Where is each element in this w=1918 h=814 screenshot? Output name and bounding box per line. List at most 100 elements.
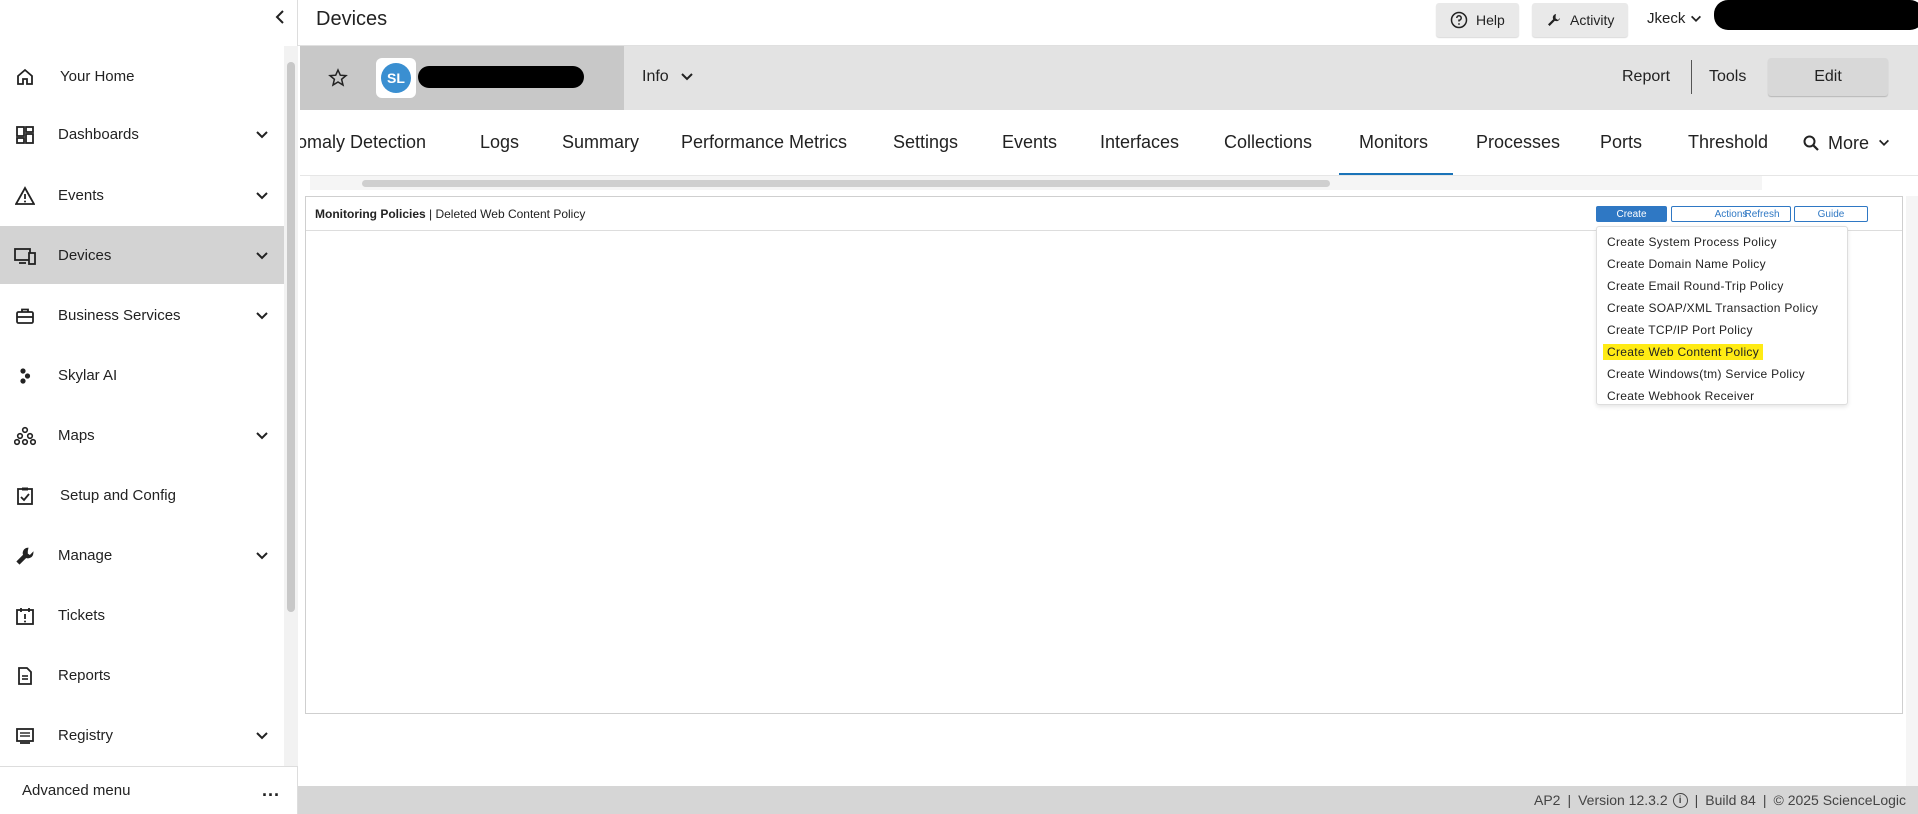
version-label: Version 12.3.2 bbox=[1578, 792, 1668, 808]
document-icon bbox=[14, 665, 36, 687]
tab-collections[interactable]: Collections bbox=[1224, 132, 1312, 153]
device-logo: SL bbox=[376, 58, 416, 98]
sidebar: Your Home Dashboards Events Devices Busi… bbox=[0, 0, 298, 814]
more-label: More bbox=[1828, 132, 1870, 153]
sidebar-item-manage[interactable]: Manage bbox=[0, 526, 284, 584]
monitoring-policies-panel: Monitoring Policies | Deleted Web Conten… bbox=[305, 196, 1903, 714]
sidebar-item-skylar-ai[interactable]: Skylar AI bbox=[0, 346, 284, 404]
panel-subtitle: Deleted Web Content Policy bbox=[435, 206, 586, 221]
star-icon[interactable] bbox=[328, 68, 348, 88]
menu-item-webhook-receiver[interactable]: Create Webhook Receiver bbox=[1597, 385, 1847, 407]
chevron-down-icon bbox=[256, 732, 268, 740]
report-button[interactable]: Report bbox=[1622, 68, 1670, 86]
sidebar-item-label: Dashboards bbox=[58, 125, 139, 143]
sidebar-item-label: Devices bbox=[58, 246, 112, 264]
help-icon bbox=[1450, 11, 1468, 29]
create-button[interactable]: Create bbox=[1596, 206, 1667, 222]
tab-anomaly-detection[interactable]: omaly Detection bbox=[300, 132, 426, 153]
registry-icon bbox=[14, 725, 36, 747]
tab-more-button[interactable]: More bbox=[1792, 110, 1918, 175]
sidebar-item-devices[interactable]: Devices bbox=[0, 226, 284, 284]
refresh-button[interactable]: Refresh bbox=[1733, 206, 1791, 222]
tab-ports[interactable]: Ports bbox=[1600, 132, 1642, 153]
redacted-account-info bbox=[1714, 0, 1918, 30]
skylar-icon bbox=[14, 365, 36, 387]
sidebar-scrollbar-thumb[interactable] bbox=[287, 62, 295, 612]
sidebar-item-label: Your Home bbox=[60, 67, 135, 85]
user-menu[interactable]: Jkeck bbox=[1647, 10, 1703, 27]
edit-label: Edit bbox=[1814, 68, 1842, 85]
instance-name: AP2 bbox=[1533, 792, 1561, 808]
chevron-down-icon bbox=[256, 552, 268, 560]
build-label: Build 84 bbox=[1705, 792, 1756, 808]
menu-item-system-process-policy[interactable]: Create System Process Policy bbox=[1597, 231, 1847, 253]
more-dots-icon[interactable]: ... bbox=[262, 780, 280, 801]
tab-events[interactable]: Events bbox=[1002, 132, 1057, 153]
chevron-down-icon bbox=[256, 252, 268, 260]
search-icon bbox=[1803, 135, 1819, 151]
device-logo-text: SL bbox=[387, 70, 405, 86]
menu-item-email-round-trip-policy[interactable]: Create Email Round-Trip Policy bbox=[1597, 275, 1847, 297]
sidebar-item-label: Setup and Config bbox=[60, 486, 176, 504]
create-dropdown-menu: Create System Process Policy Create Doma… bbox=[1596, 226, 1848, 405]
tab-performance-metrics[interactable]: Performance Metrics bbox=[681, 132, 847, 153]
copyright-label: © 2025 ScienceLogic bbox=[1773, 792, 1906, 808]
calendar-alert-icon bbox=[14, 605, 36, 627]
sidebar-item-tickets[interactable]: Tickets bbox=[0, 586, 284, 644]
info-dropdown[interactable]: Info bbox=[642, 68, 695, 86]
sidebar-item-label: Maps bbox=[58, 426, 95, 444]
guide-button[interactable]: Guide bbox=[1794, 206, 1868, 222]
sidebar-item-label: Events bbox=[58, 186, 104, 204]
sidebar-item-label: Reports bbox=[58, 666, 111, 684]
info-icon[interactable]: i bbox=[1672, 792, 1688, 808]
panel-title: Monitoring Policies bbox=[315, 206, 426, 221]
tab-summary[interactable]: Summary bbox=[562, 132, 639, 153]
activity-button[interactable]: Activity bbox=[1532, 3, 1629, 37]
tab-settings[interactable]: Settings bbox=[893, 132, 958, 153]
device-tabs: omaly Detection Logs Summary Performance… bbox=[300, 110, 1918, 176]
chevron-down-icon bbox=[680, 73, 693, 81]
tab-logs[interactable]: Logs bbox=[480, 132, 519, 153]
page-scrollbar[interactable] bbox=[1906, 196, 1918, 786]
chevron-down-icon bbox=[256, 312, 268, 320]
menu-item-web-content-policy[interactable]: Create Web Content Policy bbox=[1597, 341, 1847, 363]
sidebar-item-maps[interactable]: Maps bbox=[0, 406, 284, 464]
tab-interfaces[interactable]: Interfaces bbox=[1100, 132, 1179, 153]
sciencelogic-logo-icon: SL bbox=[381, 63, 411, 93]
device-identity: SL bbox=[300, 46, 624, 110]
chevron-down-icon bbox=[256, 432, 268, 440]
tab-monitors[interactable]: Monitors bbox=[1359, 132, 1428, 153]
edit-button[interactable]: Edit bbox=[1768, 58, 1888, 96]
sidebar-item-label: Registry bbox=[58, 726, 114, 744]
sidebar-item-label: Manage bbox=[58, 546, 113, 564]
wrench-icon bbox=[14, 545, 36, 567]
advanced-menu[interactable]: Advanced menu ... bbox=[0, 766, 298, 814]
tab-processes[interactable]: Processes bbox=[1476, 132, 1560, 153]
menu-item-soap-xml-transaction-policy[interactable]: Create SOAP/XML Transaction Policy bbox=[1597, 297, 1847, 319]
redacted-device-name bbox=[418, 66, 584, 88]
active-tab-indicator bbox=[1339, 173, 1453, 175]
sidebar-item-registry[interactable]: Registry bbox=[0, 706, 284, 764]
chevron-down-icon bbox=[1879, 139, 1890, 146]
sidebar-item-reports[interactable]: Reports bbox=[0, 646, 284, 704]
help-button[interactable]: Help bbox=[1436, 3, 1519, 37]
tab-thresholds[interactable]: Threshold bbox=[1688, 132, 1768, 153]
tabs-scrollbar-thumb[interactable] bbox=[362, 180, 1330, 187]
sidebar-item-your-home[interactable]: Your Home bbox=[0, 47, 284, 105]
menu-item-domain-name-policy[interactable]: Create Domain Name Policy bbox=[1597, 253, 1847, 275]
sidebar-item-events[interactable]: Events bbox=[0, 166, 284, 224]
sidebar-item-business-services[interactable]: Business Services bbox=[0, 286, 284, 344]
sidebar-item-dashboards[interactable]: Dashboards bbox=[0, 105, 284, 163]
info-label: Info bbox=[642, 68, 669, 85]
sidebar-item-setup-and-config[interactable]: Setup and Config bbox=[0, 466, 284, 524]
footer-separator: | bbox=[1567, 792, 1572, 808]
sidebar-item-label: Business Services bbox=[58, 306, 181, 324]
sidebar-item-label: Tickets bbox=[58, 606, 105, 624]
tools-button[interactable]: Tools bbox=[1709, 68, 1746, 86]
help-label: Help bbox=[1476, 12, 1505, 28]
clipboard-check-icon bbox=[14, 485, 36, 507]
maps-icon bbox=[14, 425, 36, 447]
collapse-sidebar-button[interactable] bbox=[270, 6, 292, 28]
menu-item-tcp-ip-port-policy[interactable]: Create TCP/IP Port Policy bbox=[1597, 319, 1847, 341]
menu-item-windows-service-policy[interactable]: Create Windows(tm) Service Policy bbox=[1597, 363, 1847, 385]
